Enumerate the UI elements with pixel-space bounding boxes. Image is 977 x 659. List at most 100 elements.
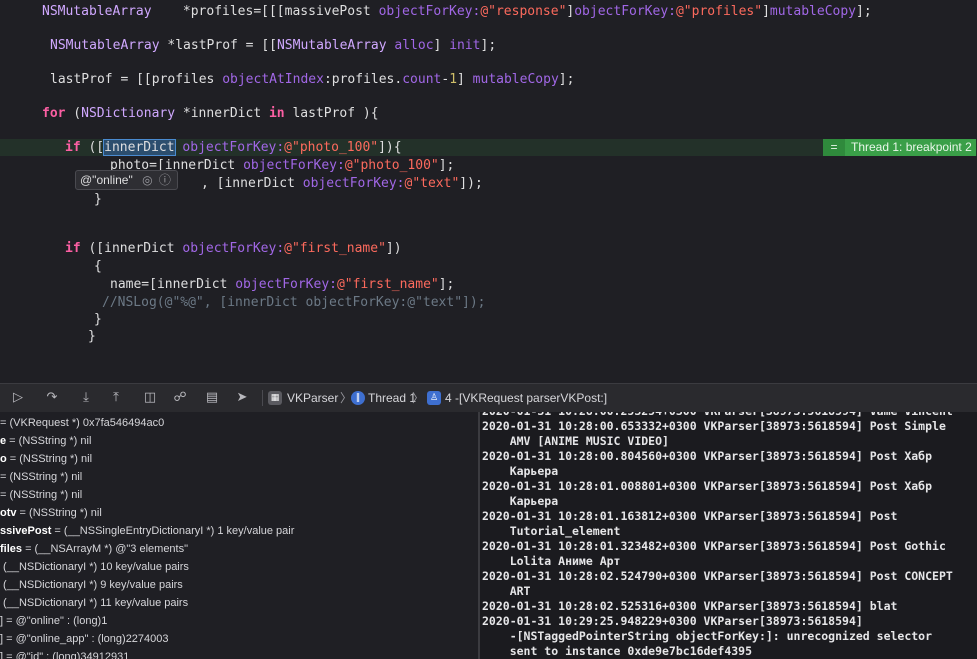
code-token: , [innerDict <box>201 176 303 191</box>
code-token: *profiles=[[[ <box>151 4 285 19</box>
code-token: { <box>94 259 102 274</box>
code-token: lastProf = [[profiles <box>50 72 223 87</box>
console-line: 2020-01-31 10:28:00.653332+0300 VKParser… <box>482 419 946 433</box>
console-line: 2020-01-31 10:28:02.525316+0300 VKParser… <box>482 599 898 613</box>
variable-row[interactable]: (__NSDictionaryI *) 11 key/value pairs <box>0 594 188 612</box>
code-line[interactable]: //NSLog(@"%@", [innerDict objectForKey:@… <box>102 294 486 312</box>
code-token: objectForKey: <box>182 241 285 256</box>
code-line[interactable]: if ([innerDict objectForKey:@"photo_100"… <box>65 139 402 157</box>
variable-value: = (__NSArrayM *) @"3 elements" <box>22 543 189 555</box>
code-token: NSDictionary <box>81 106 176 121</box>
variable-value: = (__NSSingleEntryDictionaryI *) 1 key/v… <box>51 525 295 537</box>
console-line: 2020-01-31 10:28:01.323482+0300 VKParser… <box>482 539 946 553</box>
memory-graph-icon[interactable]: ☍ <box>170 389 190 407</box>
code-token: NSMutableArray <box>42 4 152 19</box>
variable-row[interactable]: = (VKRequest *) 0x7fa546494ac0 <box>0 414 164 432</box>
console-line: 2020-01-31 10:28:00.804560+0300 VKParser… <box>482 449 933 463</box>
code-token: //NSLog(@"%@", [innerDict objectForKey:@… <box>102 295 486 310</box>
variable-value: (__NSDictionaryI *) 10 key/value pairs <box>0 561 189 573</box>
code-token: objectForKey: <box>302 176 405 191</box>
console-line: AMV [ANIME MUSIC VIDEO] <box>482 434 669 448</box>
variable-row[interactable]: = (NSString *) nil <box>0 468 82 486</box>
step-into-icon[interactable]: ⤓ <box>76 389 96 407</box>
variable-value: = (NSString *) nil <box>0 489 83 501</box>
code-line[interactable]: } <box>88 328 96 346</box>
code-token: objectForKey: <box>182 140 285 155</box>
variable-row[interactable]: o = (NSString *) nil <box>0 450 92 468</box>
code-token: mutableCopy <box>472 72 559 87</box>
breadcrumb-app[interactable]: VKParser <box>287 389 338 407</box>
code-line[interactable]: NSMutableArray *profiles=[[[massivePost … <box>42 3 872 21</box>
code-token: massivePost <box>284 4 379 19</box>
continue-icon[interactable]: ▷ <box>8 389 28 407</box>
code-token: ( <box>65 106 82 121</box>
variable-row[interactable]: (__NSDictionaryI *) 9 key/value pairs <box>0 576 183 594</box>
variable-name: ssivePost <box>0 525 52 537</box>
console-line: Tutorial_element <box>482 524 621 538</box>
variable-value: = (NSString *) nil <box>0 471 83 483</box>
chevron-right-icon: 〉 <box>412 391 425 405</box>
code-token: if <box>65 140 81 155</box>
code-line[interactable]: for (NSDictionary *innerDict in lastProf… <box>42 105 379 123</box>
code-line[interactable]: NSMutableArray *lastProf = [[NSMutableAr… <box>50 37 496 55</box>
variable-row[interactable]: ssivePost = (__NSSingleEntryDictionaryI … <box>0 522 294 540</box>
variable-row[interactable]: (__NSDictionaryI *) 10 key/value pairs <box>0 558 189 576</box>
code-token: 1 <box>449 72 458 87</box>
variable-row[interactable]: files = (__NSArrayM *) @"3 elements" <box>0 540 188 558</box>
code-token: mutableCopy <box>769 4 856 19</box>
variable-name: files <box>0 543 23 555</box>
code-token: ] <box>457 72 473 87</box>
console-line: ART <box>482 584 531 598</box>
variable-name: otv <box>0 507 17 519</box>
code-editor[interactable]: NSMutableArray *profiles=[[[massivePost … <box>0 0 977 383</box>
variable-value: ] = @"id" : (long)34912931 <box>0 651 130 659</box>
variables-view[interactable]: = (VKRequest *) 0x7fa546494ac0 e = (NSStr… <box>0 412 478 659</box>
variable-row[interactable]: ] = @"online" : (long)1 <box>0 612 107 630</box>
code-token: } <box>94 192 102 207</box>
variable-value: ] = @"online_app" : (long)2274003 <box>0 633 169 645</box>
code-line[interactable]: } <box>94 191 102 209</box>
variable-tooltip[interactable]: @"online" ◎ ⓘ <box>75 170 178 190</box>
breakpoint-badge[interactable]: = Thread 1: breakpoint 2 <box>823 139 976 156</box>
code-token: @"text" <box>404 176 460 191</box>
simulate-location-icon[interactable]: ➤ <box>232 389 252 407</box>
variable-row[interactable]: e = (NSString *) nil <box>0 432 91 450</box>
selected-token: innerDict <box>103 139 176 156</box>
variable-row[interactable]: ] = @"online_app" : (long)2274003 <box>0 630 169 648</box>
variable-value: = (NSString *) nil <box>6 453 93 465</box>
variable-row[interactable]: ] = @"id" : (long)34912931 <box>0 648 129 659</box>
code-token: @"first_name" <box>336 277 439 292</box>
code-line[interactable]: lastProf = [[profiles objectAtIndex:prof… <box>50 71 574 89</box>
environment-overrides-icon[interactable]: ▤ <box>202 389 222 407</box>
console-output[interactable]: 2020-01-31 10:28:00.253254+0300 VKParser… <box>480 412 977 659</box>
breadcrumb-frame[interactable]: 4 -[VKRequest parserVKPost:] <box>445 389 607 407</box>
code-line[interactable]: } <box>94 311 102 329</box>
info-icon[interactable]: ⓘ <box>159 171 171 189</box>
step-out-icon[interactable]: ⤒ <box>106 389 126 407</box>
view-hierarchy-icon[interactable]: ◫ <box>140 389 160 407</box>
code-token: init <box>449 38 481 53</box>
breadcrumb-thread[interactable]: Thread 1 <box>368 389 416 407</box>
code-line[interactable]: name=[innerDict objectForKey:@"first_nam… <box>110 276 454 294</box>
variable-value: = (VKRequest *) 0x7fa546494ac0 <box>0 417 165 429</box>
code-token: } <box>94 312 102 327</box>
code-line[interactable]: { <box>94 258 102 276</box>
code-token: *innerDict <box>175 106 269 121</box>
console-line: Карьера <box>482 494 559 508</box>
variable-row[interactable]: = (NSString *) nil <box>0 486 82 504</box>
thread-icon: ‖ <box>351 391 365 405</box>
variable-value: ] = @"online" : (long)1 <box>0 615 108 627</box>
code-token: objectForKey: <box>574 4 676 19</box>
step-over-icon[interactable]: ↷ <box>42 389 62 407</box>
eye-icon[interactable]: ◎ <box>142 171 152 189</box>
breakpoint-marker-icon: = <box>823 139 845 156</box>
code-token: count <box>402 72 442 87</box>
console-line: 2020-01-31 10:28:02.524790+0300 VKParser… <box>482 569 953 583</box>
user-frame-icon: ♙ <box>427 391 441 405</box>
code-token: ]) <box>385 241 402 256</box>
code-token: objectForKey: <box>243 158 345 173</box>
code-line[interactable]: , [innerDict objectForKey:@"text"]); <box>201 175 483 193</box>
console-line: Карьера <box>482 464 559 478</box>
code-line[interactable]: if ([innerDict objectForKey:@"first_name… <box>65 240 402 258</box>
variable-row[interactable]: otv = (NSString *) nil <box>0 504 102 522</box>
